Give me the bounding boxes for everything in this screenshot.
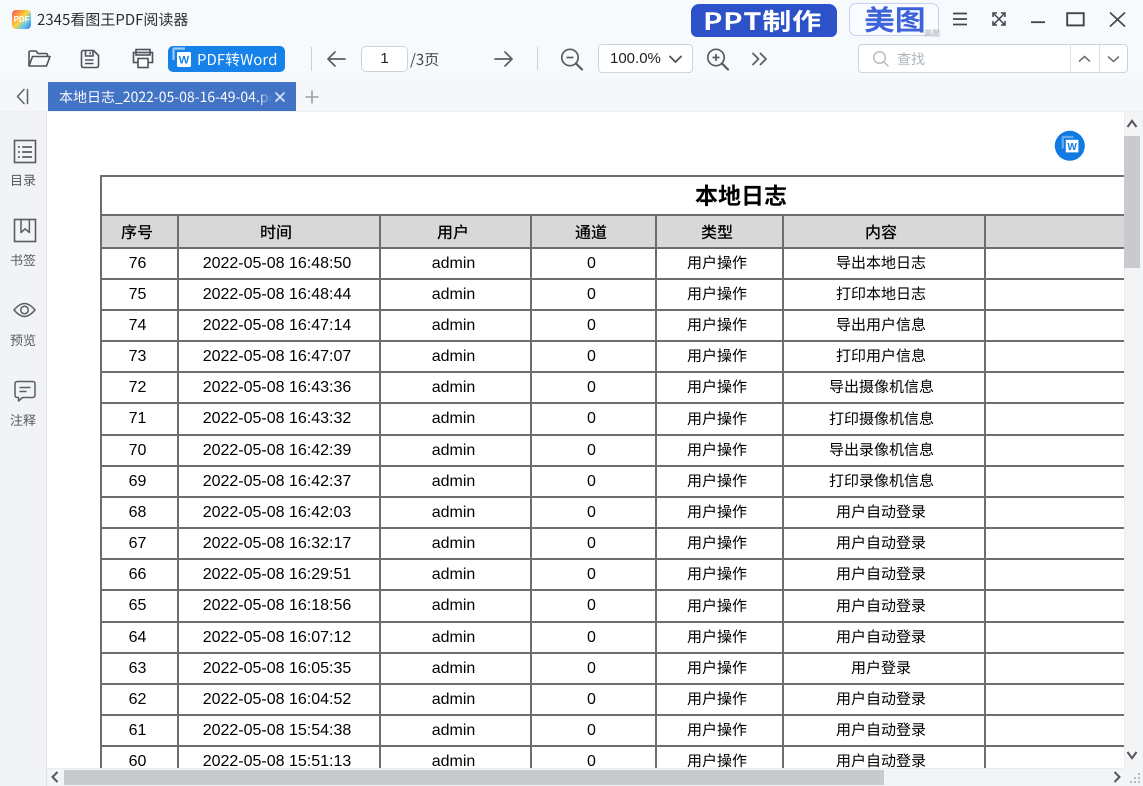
svg-text:W: W	[1067, 142, 1077, 153]
svg-text:W: W	[179, 55, 190, 67]
